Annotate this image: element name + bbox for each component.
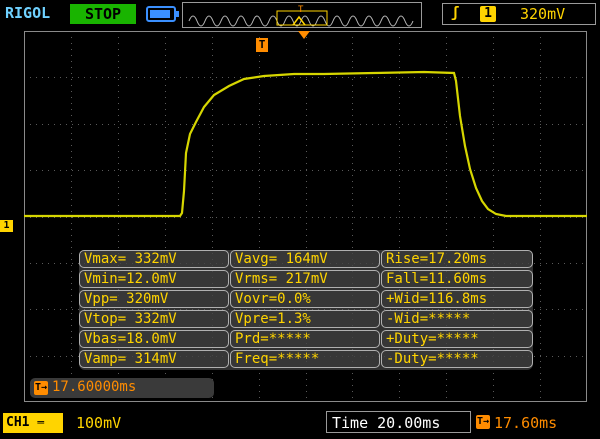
measurement-cell: Vamp= 314mV [79,350,229,368]
measurement-cell: +Duty=***** [381,330,533,348]
trigger-position-marker[interactable]: T [256,38,268,52]
measurement-cell: -Wid=***** [381,310,533,328]
horizontal-delay-value: 17.60000ms [52,379,137,395]
measurement-cell: +Wid=116.8ms [381,290,533,308]
dc-coupling-icon: ═ [37,416,44,429]
measurement-cell: Freq=***** [230,350,380,368]
measurement-cell: -Duty=***** [381,350,533,368]
channel-1-badge[interactable]: CH1 ═ [3,413,63,433]
measurement-row: Vpp= 320mV Vovr=0.0% +Wid=116.8ms [79,290,533,310]
timebase-value: Time 20.00ms [332,414,441,432]
channel-1-scale: 100mV [76,414,122,432]
measurement-cell: Rise=17.20ms [381,250,533,268]
measurement-row: Vamp= 314mV Freq=***** -Duty=***** [79,350,533,370]
trigger-settings-box[interactable] [442,3,596,25]
trigger-source-badge: 1 [480,6,496,22]
horizontal-delay-short: 17.60ms [494,414,558,432]
measurement-cell: Vavg= 164mV [230,250,380,268]
channel-1-label: CH1 [6,415,30,430]
measurement-cell: Fall=11.60ms [381,270,533,288]
measurement-row: Vbas=18.0mV Prd=***** +Duty=***** [79,330,533,350]
brand-logo: RIGOL [5,4,51,22]
trigger-delay-icon: T→ [34,381,48,395]
run-stop-status[interactable]: STOP [70,4,136,24]
trigger-delay-icon: T→ [476,415,490,429]
measurement-panel: Vmax= 332mV Vavg= 164mV Rise=17.20ms Vmi… [79,250,533,370]
measurement-cell: Vmin=12.0mV [79,270,229,288]
measurement-row: Vmin=12.0mV Vrms= 217mV Fall=11.60ms [79,270,533,290]
measurement-cell: Vpre=1.3% [230,310,380,328]
trigger-level: 320mV [520,5,566,23]
measurement-cell: Vpp= 320mV [79,290,229,308]
channel-1-ground-marker[interactable]: 1 [0,220,13,232]
measurement-cell: Vovr=0.0% [230,290,380,308]
measurement-row: Vmax= 332mV Vavg= 164mV Rise=17.20ms [79,250,533,270]
trigger-time-pointer-icon[interactable] [298,31,310,39]
memory-depth-icon [146,6,179,22]
measurement-cell: Prd=***** [230,330,380,348]
measurement-row: Vtop= 332mV Vpre=1.3% -Wid=***** [79,310,533,330]
measurement-cell: Vbas=18.0mV [79,330,229,348]
measurement-cell: Vtop= 332mV [79,310,229,328]
waveform-overview: T [182,2,422,28]
measurement-cell: Vmax= 332mV [79,250,229,268]
rising-edge-icon: ʃ [451,5,460,21]
svg-text:T: T [298,5,304,15]
channel-1-trace [24,70,587,218]
measurement-cell: Vrms= 217mV [230,270,380,288]
